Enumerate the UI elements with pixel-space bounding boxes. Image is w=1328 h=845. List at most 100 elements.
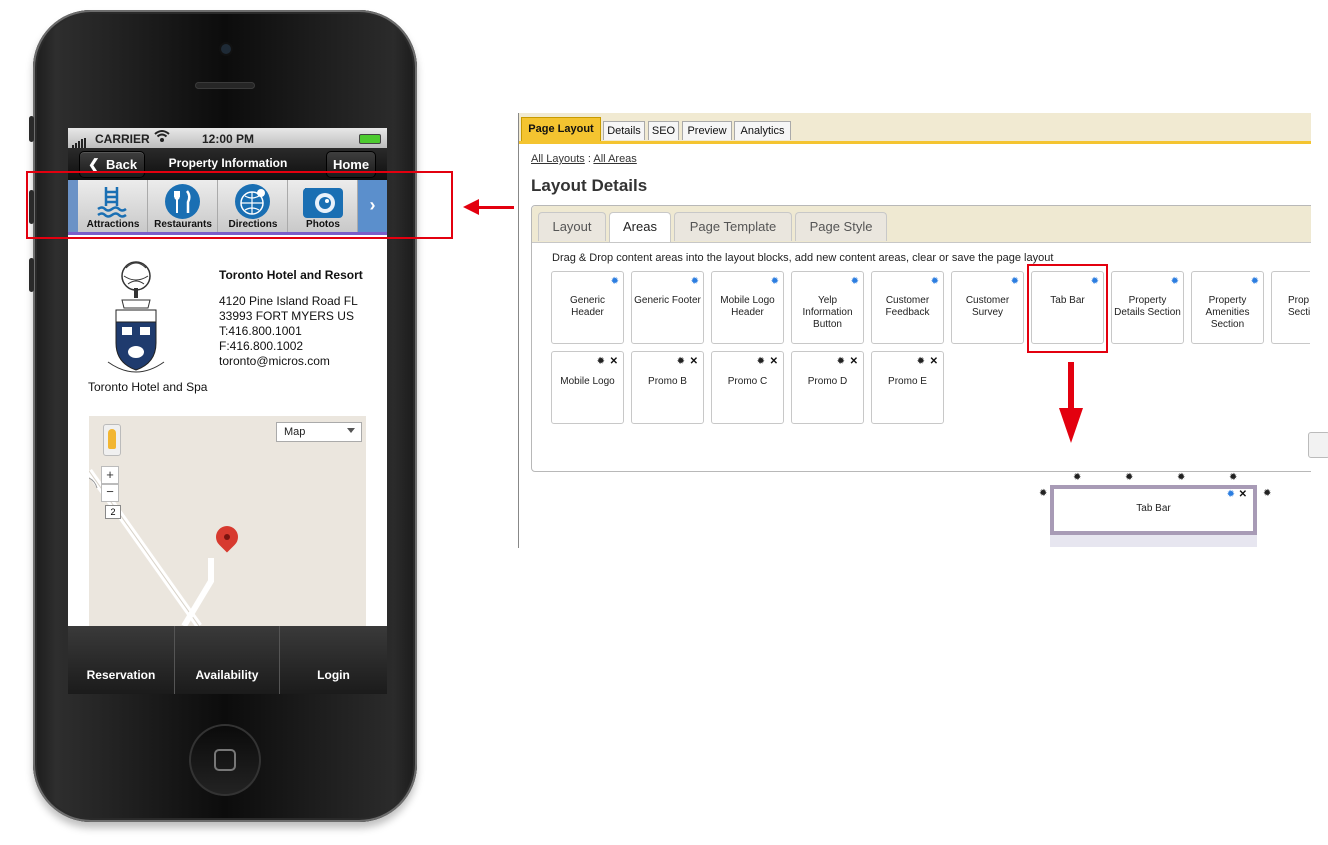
address-line: 33993 FORT MYERS US: [219, 309, 354, 323]
area-label: Generic Footer: [634, 295, 701, 306]
area-tile-generic-footer[interactable]: ✹ Generic Footer: [631, 271, 704, 344]
layout-drop-block[interactable]: ✹ ✕ Tab Bar: [1050, 485, 1257, 535]
settings-gear-icon[interactable]: ✹: [851, 277, 859, 287]
area-tile-yelp-information-button[interactable]: ✹ Yelp Information Button: [791, 271, 864, 344]
settings-gear-icon[interactable]: ✹: [1011, 277, 1019, 287]
map-view[interactable]: + − 2 Map: [89, 416, 366, 626]
tab-page-style[interactable]: Page Style: [795, 212, 887, 241]
phone-number: T:416.800.1001: [219, 324, 302, 338]
settings-gear-icon[interactable]: ✹: [917, 357, 925, 367]
area-tile-promo-d[interactable]: ✹ ✕ Promo D: [791, 351, 864, 424]
instructions-text: Drag & Drop content areas into the layou…: [552, 252, 1054, 264]
hotel-crest-logo: [96, 258, 176, 378]
breadcrumb-all-areas[interactable]: All Areas: [593, 153, 636, 165]
front-camera: [221, 44, 231, 54]
settings-gear-icon[interactable]: ✹: [1171, 277, 1179, 287]
availability-button[interactable]: Availability: [175, 626, 280, 694]
map-pin-center: [224, 534, 230, 540]
breadcrumb-all-layouts[interactable]: All Layouts: [531, 153, 585, 165]
area-tile-mobile-logo[interactable]: ✹ ✕ Mobile Logo: [551, 351, 624, 424]
settings-gear-icon[interactable]: ✹: [1251, 277, 1259, 287]
area-label: Customer Feedback: [885, 295, 930, 318]
back-button-label: Back: [106, 157, 138, 172]
tab-details[interactable]: Details: [603, 121, 645, 140]
area-label: Mobile Logo: [560, 376, 615, 387]
tab-bar-tile-highlight-box: [1027, 264, 1108, 353]
area-label: Generic Header: [569, 295, 605, 318]
tab-analytics[interactable]: Analytics: [734, 121, 791, 140]
street-view-pegman-icon[interactable]: [103, 424, 121, 456]
zoom-in-button[interactable]: +: [101, 466, 119, 484]
carrier-label: CARRIER: [95, 132, 150, 146]
arrow-left-icon: [478, 206, 514, 209]
settings-gear-icon[interactable]: ✹: [597, 357, 605, 367]
area-tile-promo-c[interactable]: ✹ ✕ Promo C: [711, 351, 784, 424]
chevron-down-icon: [347, 428, 355, 433]
area-label: Property Amenities Section: [1205, 295, 1250, 330]
area-tile-property-amenities-section[interactable]: ✹ Property Amenities Section: [1191, 271, 1264, 344]
login-button[interactable]: Login: [280, 626, 387, 694]
email-link[interactable]: toronto@micros.com: [219, 354, 330, 368]
home-square-icon: [214, 749, 236, 771]
tab-layout[interactable]: Layout: [538, 212, 606, 241]
area-label: Promo C: [727, 376, 768, 387]
save-layout-button[interactable]: [1308, 432, 1328, 458]
area-label: Prop Attrac Secti: [1288, 295, 1310, 318]
zoom-out-button[interactable]: −: [101, 484, 119, 502]
tab-page-layout[interactable]: Page Layout: [521, 117, 601, 141]
mute-switch: [29, 116, 34, 142]
settings-gear-icon[interactable]: ✹: [1229, 473, 1237, 483]
arrow-down-head: [1059, 408, 1083, 443]
tab-page-template[interactable]: Page Template: [674, 212, 792, 241]
bottom-tab-bar: Reservation Availability Login: [68, 626, 387, 694]
settings-gear-icon[interactable]: ✹: [691, 277, 699, 287]
area-tile-property-attractions-section[interactable]: Prop Attrac Secti: [1271, 271, 1310, 344]
volume-down-button: [29, 258, 34, 292]
area-label: Yelp Information Button: [802, 295, 853, 330]
close-icon[interactable]: ✕: [930, 357, 938, 367]
close-icon[interactable]: ✕: [850, 357, 858, 367]
earpiece-speaker: [195, 82, 255, 89]
area-tile-generic-header[interactable]: ✹ Generic Header: [551, 271, 624, 344]
area-label: Promo E: [888, 376, 927, 387]
area-tile-promo-e[interactable]: ✹ ✕ Promo E: [871, 351, 944, 424]
tab-seo[interactable]: SEO: [648, 121, 679, 140]
settings-gear-icon[interactable]: ✹: [1073, 473, 1081, 483]
tab-preview[interactable]: Preview: [682, 121, 732, 140]
close-icon[interactable]: ✕: [610, 357, 618, 367]
area-label: Promo D: [807, 376, 848, 387]
settings-gear-icon[interactable]: ✹: [1125, 473, 1133, 483]
sub-tab-strip: Layout Areas Page Template Page Style: [532, 206, 1311, 243]
settings-gear-icon[interactable]: ✹: [757, 357, 765, 367]
settings-gear-icon[interactable]: ✹: [931, 277, 939, 287]
area-tile-promo-b[interactable]: ✹ ✕ Promo B: [631, 351, 704, 424]
address-line: 4120 Pine Island Road FL: [219, 294, 358, 308]
settings-gear-icon[interactable]: ✹: [837, 357, 845, 367]
status-time: 12:00 PM: [202, 132, 255, 146]
crest-caption: Toronto Hotel and Spa: [88, 380, 208, 394]
button-label: Reservation: [86, 668, 156, 682]
arrow-down-icon: [1068, 362, 1074, 412]
close-icon[interactable]: ✕: [1239, 490, 1247, 500]
area-tile-property-details-section[interactable]: ✹ Property Details Section: [1111, 271, 1184, 344]
close-icon[interactable]: ✕: [770, 357, 778, 367]
settings-gear-icon[interactable]: ✹: [677, 357, 685, 367]
settings-gear-icon[interactable]: ✹: [1263, 489, 1271, 499]
area-label: Customer Survey: [965, 295, 1010, 318]
tab-bar-highlight-box: [26, 171, 453, 239]
area-tile-customer-survey[interactable]: ✹ Customer Survey: [951, 271, 1024, 344]
settings-gear-icon[interactable]: ✹: [1039, 489, 1047, 499]
settings-gear-icon[interactable]: ✹: [1177, 473, 1185, 483]
reservation-button[interactable]: Reservation: [68, 626, 175, 694]
breadcrumb: All Layouts : All Areas: [531, 153, 637, 165]
area-tile-customer-feedback[interactable]: ✹ Customer Feedback: [871, 271, 944, 344]
settings-gear-icon[interactable]: ✹: [611, 277, 619, 287]
map-type-select[interactable]: Map: [276, 422, 362, 442]
tab-areas[interactable]: Areas: [609, 212, 671, 242]
signal-icon: [72, 134, 87, 148]
settings-gear-icon[interactable]: ✹: [1227, 490, 1235, 500]
settings-gear-icon[interactable]: ✹: [771, 277, 779, 287]
area-tile-mobile-logo-header[interactable]: ✹ Mobile Logo Header: [711, 271, 784, 344]
area-label: Property Details Section: [1114, 295, 1181, 318]
close-icon[interactable]: ✕: [690, 357, 698, 367]
